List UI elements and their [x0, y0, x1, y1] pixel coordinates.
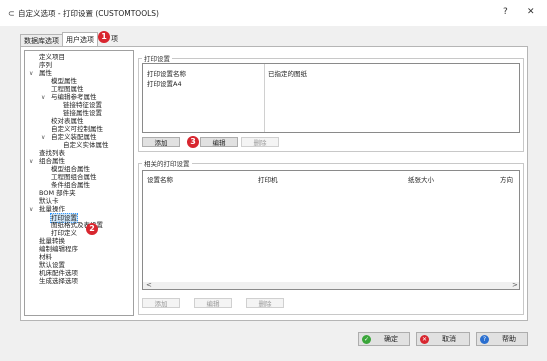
- callout-1: 1: [98, 31, 110, 43]
- tab-user-options[interactable]: 用户选项: [62, 32, 98, 47]
- col-printer[interactable]: 打印机: [258, 174, 278, 184]
- tree-item-lookup[interactable]: 查找列表: [39, 149, 65, 157]
- tree-item-check-props[interactable]: 校对表属性: [51, 117, 84, 125]
- tree-item-default-card[interactable]: 默认卡: [39, 197, 59, 205]
- chevron-down-icon[interactable]: ∨: [29, 158, 33, 165]
- tree-item-properties[interactable]: 属性: [39, 69, 52, 77]
- window-title: 自定义选项 - 打印设置 (CUSTOMTOOLS): [18, 9, 159, 18]
- printer-settings-list[interactable]: [142, 170, 520, 290]
- tree-item-default-settings[interactable]: 默认设置: [39, 261, 65, 269]
- edit-printer-setting-button[interactable]: 编辑: [194, 298, 232, 308]
- tree-item-condition-group[interactable]: 条件组合属性: [51, 181, 90, 189]
- tree-item-generate-options[interactable]: 生成选择选项: [39, 277, 78, 285]
- app-icon: ⊂: [8, 9, 15, 18]
- chevron-down-icon[interactable]: ∨: [41, 94, 45, 101]
- tree-item-drawing-group[interactable]: 工程图组合属性: [51, 173, 97, 181]
- tree-item-edit-ref-props[interactable]: 与编辑参考属性: [51, 93, 97, 101]
- chevron-down-icon[interactable]: ∨: [41, 134, 45, 141]
- help-title-button[interactable]: ?: [503, 7, 508, 17]
- chevron-down-icon[interactable]: ∨: [29, 70, 33, 77]
- col-paper-size[interactable]: 纸张大小: [408, 174, 434, 184]
- col-print-setting-name[interactable]: 打印设置名称: [147, 68, 186, 78]
- cancel-button[interactable]: ✕ 取消: [416, 332, 470, 346]
- scroll-right-icon[interactable]: >: [512, 281, 518, 289]
- close-button[interactable]: ✕: [527, 7, 535, 17]
- tree-item-custom-entity[interactable]: 自定义实体属性: [63, 141, 109, 149]
- add-print-setting-button[interactable]: 添加: [142, 137, 180, 147]
- print-settings-list[interactable]: [142, 63, 520, 133]
- col-orientation[interactable]: 方向: [500, 174, 513, 184]
- tree-item-group-props[interactable]: 组合属性: [39, 157, 65, 165]
- tree-item-batch-convert[interactable]: 批量转换: [39, 237, 65, 245]
- help-icon: ?: [480, 335, 489, 344]
- col-setting-name[interactable]: 设置名称: [147, 174, 173, 184]
- tree-item-batch[interactable]: 批量操作: [39, 205, 65, 213]
- printer-settings-title: 相关的打印设置: [142, 158, 192, 168]
- tree-item-machine-options[interactable]: 机床配件选项: [39, 269, 78, 277]
- col-assigned-drawing[interactable]: 已指定的图纸: [268, 68, 307, 78]
- tree-item-link-props[interactable]: 链接属性设置: [63, 109, 102, 117]
- scroll-left-icon[interactable]: <: [146, 281, 152, 289]
- callout-3: 3: [187, 136, 199, 148]
- callout-2: 2: [86, 223, 98, 235]
- help-button[interactable]: ? 帮助: [476, 332, 528, 346]
- tree-item-bom[interactable]: BOM 部件夹: [39, 189, 76, 197]
- cancel-icon: ✕: [420, 335, 429, 344]
- ok-button[interactable]: ✓ 确定: [358, 332, 410, 346]
- tree-item-model-props[interactable]: 模型属性: [51, 77, 77, 85]
- check-icon: ✓: [362, 335, 371, 344]
- options-tree: 定义项目 序列 ∨ 属性 模型属性 工程图属性 ∨ 与编辑参考属性 链接特征设置…: [24, 50, 134, 316]
- tree-item-print-define[interactable]: 打印定义: [51, 229, 77, 237]
- delete-printer-setting-button[interactable]: 删除: [246, 298, 284, 308]
- column-divider: [264, 64, 265, 132]
- tree-item-link-feature[interactable]: 链接特征设置: [63, 101, 102, 109]
- print-settings-title: 打印设置: [142, 53, 172, 63]
- chevron-down-icon[interactable]: ∨: [29, 206, 33, 213]
- table-row[interactable]: 打印设置A4: [147, 78, 182, 88]
- tree-item-sequence[interactable]: 序列: [39, 61, 52, 69]
- tree-item-material[interactable]: 材料: [39, 253, 52, 261]
- tree-item-model-group[interactable]: 模型组合属性: [51, 165, 90, 173]
- tab-overflow: 项: [111, 35, 118, 43]
- tree-item-custom-control[interactable]: 自定义可控制属性: [51, 125, 103, 133]
- tree-item-custom-assembly[interactable]: 自定义装配属性: [51, 133, 97, 141]
- edit-print-setting-button[interactable]: 编辑: [200, 137, 238, 147]
- add-printer-setting-button[interactable]: 添加: [142, 298, 180, 308]
- tree-item-drawing-props[interactable]: 工程图属性: [51, 85, 84, 93]
- delete-print-setting-button[interactable]: 删除: [241, 137, 279, 147]
- horizontal-scrollbar[interactable]: [143, 282, 519, 289]
- tree-item-define[interactable]: 定义项目: [39, 53, 65, 61]
- tree-item-edit-program[interactable]: 编制编辑程序: [39, 245, 78, 253]
